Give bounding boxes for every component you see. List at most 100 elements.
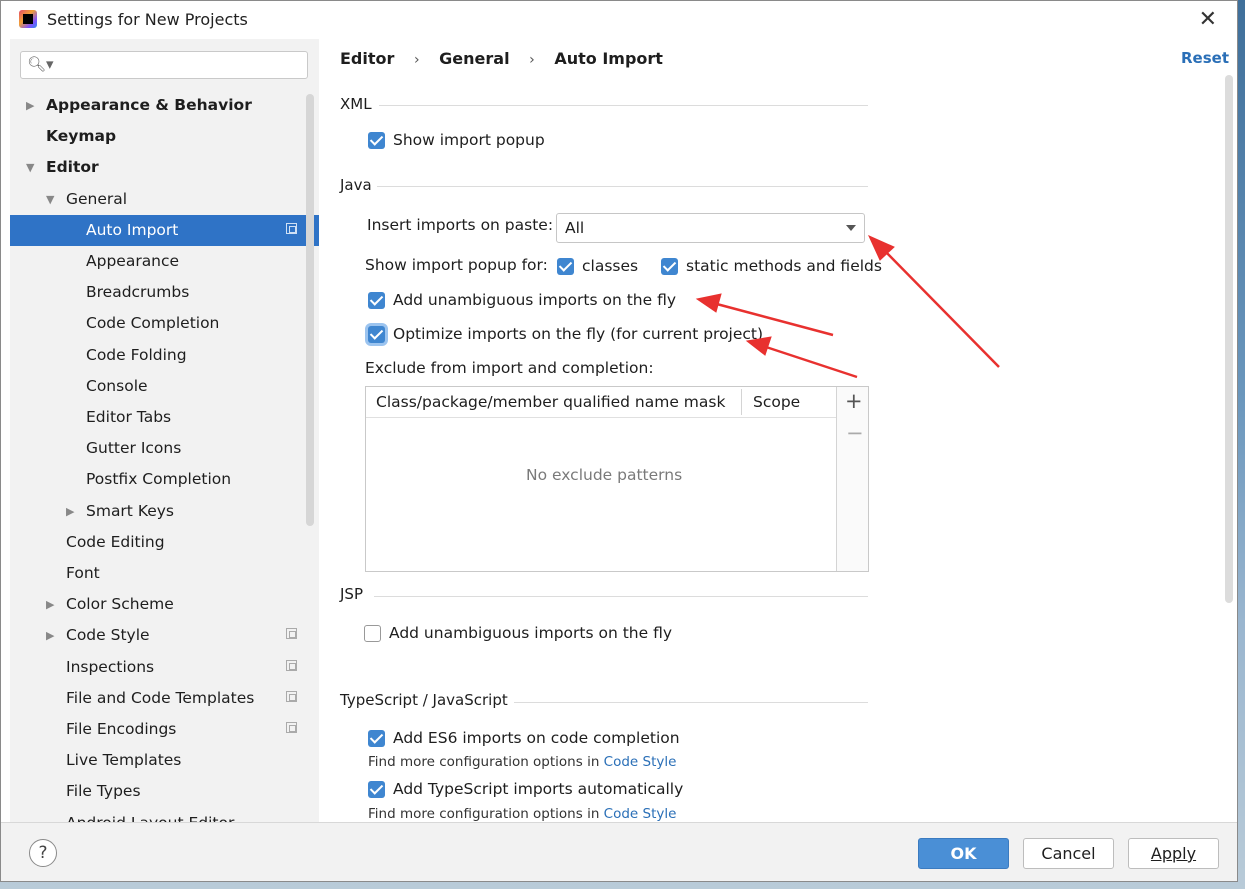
checkbox-label: Add unambiguous imports on the fly	[389, 624, 673, 642]
sidebar-item-label: Appearance	[86, 252, 180, 270]
collapsed-arrow-icon[interactable]: ▶	[46, 620, 54, 651]
sidebar-item-label: Code Style	[66, 626, 150, 645]
static-methods-checkbox[interactable]: static methods and fields	[661, 257, 882, 275]
column-divider	[741, 389, 742, 415]
sidebar-item-label: Code Folding	[86, 345, 187, 364]
sidebar-item-label: Breadcrumbs	[86, 283, 190, 302]
sidebar-item-android-layout-editor[interactable]: Android Layout Editor	[10, 808, 319, 822]
sidebar-item-color-scheme[interactable]: ▶ Color Scheme	[10, 589, 319, 620]
sidebar-item-console[interactable]: Console	[10, 371, 319, 402]
sidebar-item-keymap[interactable]: Keymap	[10, 121, 319, 152]
section-divider	[379, 105, 868, 106]
es6-imports-checkbox[interactable]: Add ES6 imports on code completion	[368, 729, 680, 747]
sidebar-item-appearance-behavior[interactable]: ▶ Appearance & Behavior	[10, 90, 319, 121]
cancel-button[interactable]: Cancel	[1023, 838, 1114, 869]
sidebar-item-file-encodings[interactable]: File Encodings	[10, 714, 319, 745]
sidebar-item-postfix-completion[interactable]: Postfix Completion	[10, 464, 319, 495]
section-xml-title: XML	[340, 95, 372, 113]
typescript-imports-checkbox[interactable]: Add TypeScript imports automatically	[368, 780, 683, 798]
help-icon[interactable]: ?	[29, 839, 57, 867]
project-scope-icon	[286, 690, 297, 702]
checkbox-label: Add TypeScript imports automatically	[393, 780, 684, 798]
sidebar-item-label: Postfix Completion	[86, 470, 232, 489]
section-java-title: Java	[340, 176, 372, 194]
expanded-arrow-icon[interactable]: ▼	[26, 152, 34, 183]
add-icon[interactable]: +	[845, 389, 863, 413]
sidebar-item-gutter-icons[interactable]: Gutter Icons	[10, 433, 319, 464]
sidebar-item-appearance[interactable]: Appearance	[10, 246, 319, 277]
optimize-imports-checkbox[interactable]: Optimize imports on the fly (for current…	[368, 325, 763, 343]
collapsed-arrow-icon[interactable]: ▶	[46, 589, 54, 620]
collapsed-arrow-icon[interactable]: ▶	[66, 496, 74, 527]
sidebar-item-label: File Types	[66, 782, 141, 801]
settings-window: Settings for New Projects ✕ 🔍︎▾ ▶ Appeara…	[0, 0, 1238, 882]
chevron-down-icon	[846, 225, 856, 231]
breadcrumb-separator: ›	[413, 52, 420, 68]
expanded-arrow-icon[interactable]: ▼	[46, 184, 54, 215]
sidebar-item-label: Appearance & Behavior	[46, 96, 252, 114]
sidebar-item-editor[interactable]: ▼ Editor	[10, 152, 319, 183]
sidebar-scrollbar[interactable]	[306, 94, 314, 526]
remove-icon[interactable]: −	[846, 421, 864, 445]
checkbox-label: Add unambiguous imports on the fly	[393, 291, 677, 309]
checkbox-label: Optimize imports on the fly (for current…	[393, 325, 764, 343]
collapsed-arrow-icon[interactable]: ▶	[26, 90, 34, 121]
breadcrumb-separator: ›	[529, 52, 535, 68]
sidebar-item-auto-import[interactable]: Auto Import	[10, 214, 319, 246]
xml-show-import-popup-checkbox[interactable]: Show import popup	[368, 131, 545, 149]
sidebar-item-file-types[interactable]: File Types	[10, 776, 319, 807]
section-divider	[377, 186, 868, 187]
classes-checkbox[interactable]: classes	[557, 257, 638, 275]
sidebar-item-smart-keys[interactable]: ▶ Smart Keys	[10, 496, 319, 527]
checkbox-checked-icon	[368, 325, 385, 343]
show-popup-for-label: Show import popup for:	[365, 256, 548, 274]
project-scope-icon	[286, 722, 297, 733]
sidebar-item-live-templates[interactable]: Live Templates	[10, 745, 319, 776]
sidebar-item-inspections[interactable]: Inspections	[10, 652, 319, 683]
sidebar-item-code-completion[interactable]: Code Completion	[10, 308, 319, 339]
sidebar-item-label: Code Completion	[86, 314, 220, 333]
breadcrumb-item: Editor	[340, 49, 395, 68]
checkbox-checked-icon	[368, 291, 385, 309]
code-style-link[interactable]: Code Style	[604, 806, 677, 822]
hint-text: Find more configuration options in	[368, 754, 600, 770]
sidebar-item-code-editing[interactable]: Code Editing	[10, 527, 319, 558]
sidebar-item-editor-tabs[interactable]: Editor Tabs	[10, 402, 319, 433]
typescript-hint: Find more configuration options in Code …	[368, 806, 676, 822]
sidebar-item-code-style[interactable]: ▶ Code Style	[10, 620, 319, 651]
sidebar-item-font[interactable]: Font	[10, 558, 319, 589]
checkbox-label: static methods and fields	[686, 257, 882, 275]
ok-button[interactable]: OK	[918, 838, 1009, 869]
reset-link[interactable]: Reset	[1181, 49, 1229, 67]
hint-text: Find more configuration options in	[368, 806, 600, 822]
sidebar-item-file-and-code-templates[interactable]: File and Code Templates	[10, 683, 319, 714]
sidebar-item-code-folding[interactable]: Code Folding	[10, 340, 319, 371]
sidebar-item-label: File Encodings	[66, 720, 177, 738]
checkbox-checked-icon	[368, 780, 385, 798]
column-header-mask[interactable]: Class/package/member qualified name mask	[376, 393, 725, 411]
code-style-link[interactable]: Code Style	[604, 754, 677, 770]
table-toolbar: + −	[836, 387, 868, 571]
sidebar-item-general[interactable]: ▼ General	[10, 184, 319, 215]
sidebar-item-label: Live Templates	[66, 751, 182, 770]
sidebar-item-label: Code Editing	[66, 532, 165, 551]
sidebar-item-label: File and Code Templates	[66, 688, 255, 707]
sidebar-item-label: Editor	[46, 158, 99, 177]
intellij-app-icon	[19, 10, 37, 28]
column-header-scope[interactable]: Scope	[753, 393, 800, 411]
sidebar-item-breadcrumbs[interactable]: Breadcrumbs	[10, 277, 319, 308]
sidebar-item-label: Auto Import	[86, 220, 179, 239]
insert-imports-select[interactable]: All	[556, 213, 865, 243]
dialog-footer: ? OK Cancel Apply	[1, 822, 1237, 881]
panel-scrollbar[interactable]	[1225, 75, 1233, 603]
section-jsp-title: JSP	[340, 585, 363, 603]
sidebar-item-label: Inspections	[66, 657, 155, 676]
settings-search-input[interactable]: 🔍︎▾	[20, 51, 308, 79]
close-icon[interactable]: ✕	[1199, 7, 1217, 32]
sidebar-item-label: Font	[66, 564, 100, 582]
jsp-add-unambiguous-checkbox[interactable]: Add unambiguous imports on the fly	[364, 624, 672, 642]
project-scope-icon	[286, 222, 297, 234]
apply-button[interactable]: Apply	[1128, 838, 1219, 869]
table-header: Class/package/member qualified name mask…	[366, 387, 837, 418]
add-unambiguous-imports-checkbox[interactable]: Add unambiguous imports on the fly	[368, 291, 676, 309]
